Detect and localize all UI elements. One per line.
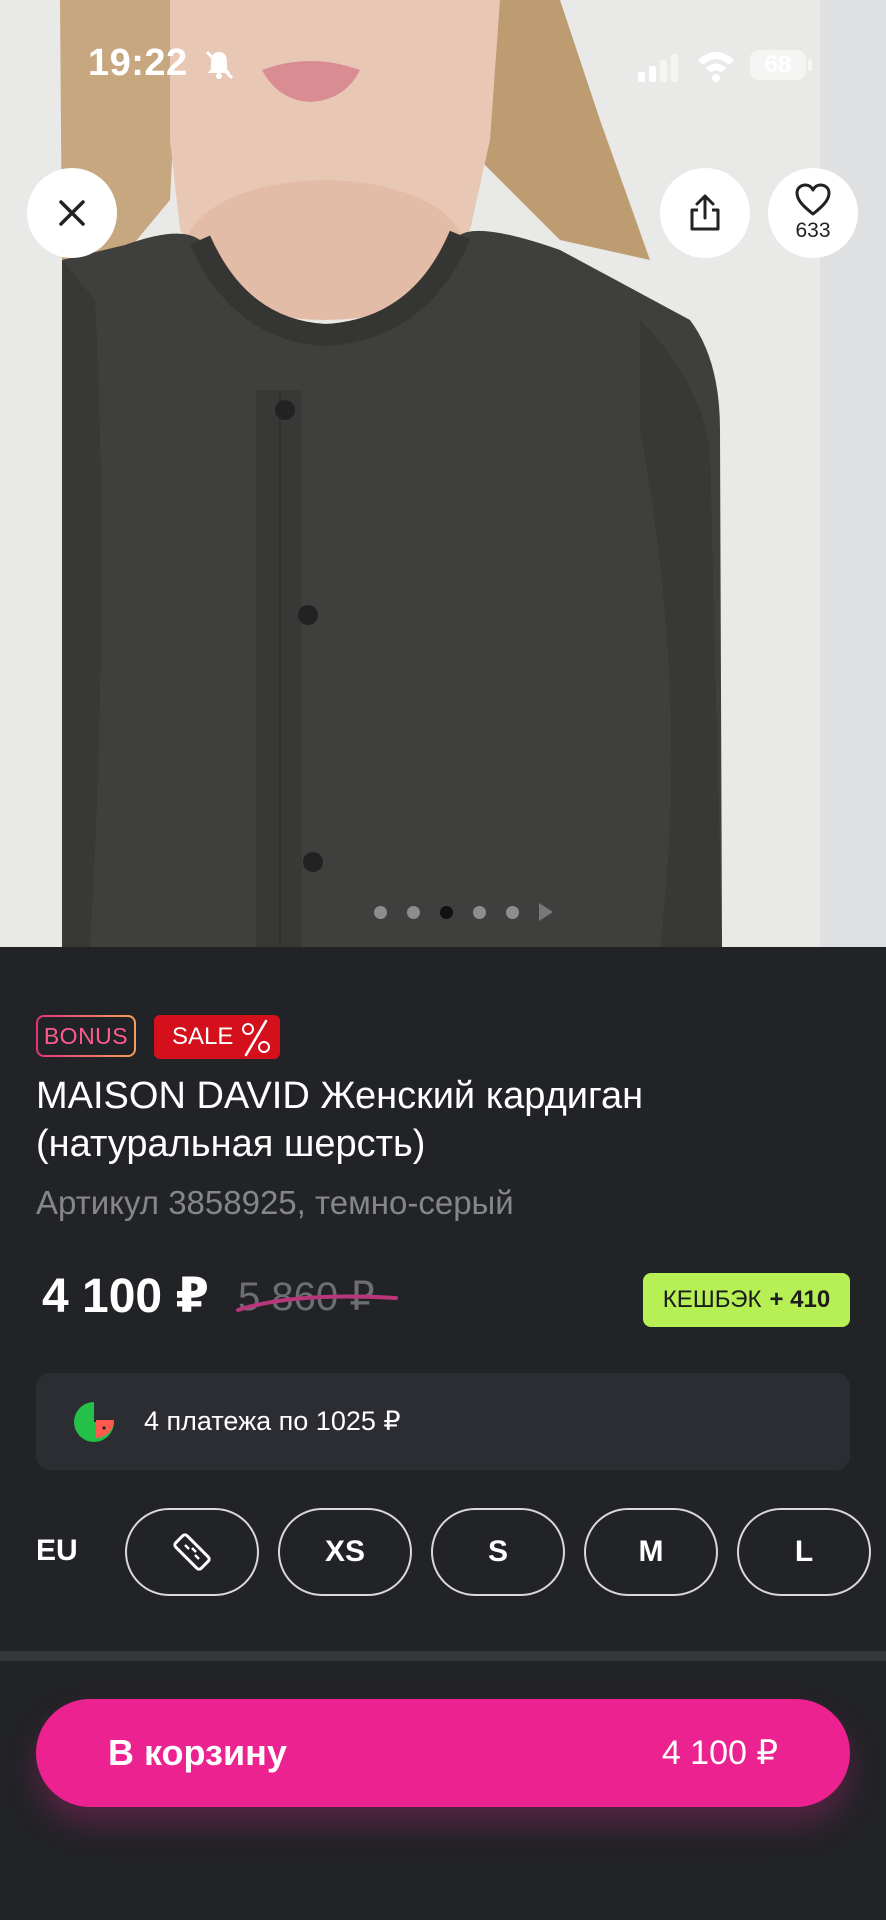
current-price: 4 100 ₽: [42, 1270, 209, 1323]
gallery-dot[interactable]: [506, 905, 519, 919]
battery-indicator: 68: [750, 50, 806, 80]
share-button[interactable]: [660, 168, 750, 258]
gallery-dot[interactable]: [473, 905, 486, 919]
watermelon-icon: [74, 1401, 114, 1442]
video-play-icon[interactable]: [539, 903, 553, 921]
sale-badge-label: SALE: [172, 1023, 234, 1050]
status-bar: 19:22 68: [0, 0, 886, 130]
product-image-gallery[interactable]: 19:22 68 633: [0, 0, 886, 947]
product-badges: BONUS SALE: [36, 1015, 280, 1059]
gallery-dot[interactable]: [407, 905, 420, 919]
size-option-m[interactable]: M: [584, 1508, 718, 1596]
close-button[interactable]: [27, 168, 117, 258]
cashback-label: КЕШБЭК: [662, 1286, 762, 1313]
share-icon: [690, 194, 720, 231]
signal-icon: [638, 54, 678, 82]
add-to-cart-price: 4 100 ₽: [661, 1734, 778, 1772]
bell-muted-icon: [205, 50, 234, 80]
cashback-badge[interactable]: КЕШБЭК + 410: [643, 1273, 850, 1327]
add-to-cart-button[interactable]: В корзину 4 100 ₽: [36, 1699, 850, 1807]
size-option-xs[interactable]: XS: [278, 1508, 412, 1596]
wifi-icon: [698, 52, 734, 82]
size-selector: EU XS S M L: [0, 1508, 886, 1598]
bonus-badge: BONUS: [36, 1015, 136, 1057]
ruler-icon: [173, 1533, 211, 1571]
close-icon: [59, 200, 85, 226]
percent-icon: [242, 1019, 270, 1057]
sale-badge: SALE: [154, 1015, 280, 1059]
gallery-dot-active[interactable]: [440, 905, 453, 919]
size-option-l[interactable]: L: [737, 1508, 871, 1596]
favorites-count: 633: [795, 219, 831, 242]
product-photo: [0, 0, 886, 947]
section-divider: [0, 1651, 886, 1661]
installment-banner[interactable]: 4 платежа по 1025 ₽: [36, 1373, 850, 1470]
size-system-label: EU: [36, 1534, 78, 1567]
product-title: MAISON DAVID Женский кардиган (натуральн…: [36, 1075, 644, 1165]
size-guide-button[interactable]: [125, 1508, 259, 1596]
old-price-strikethrough: [236, 1294, 398, 1312]
battery-tip: [808, 59, 812, 71]
favorite-button[interactable]: 633: [768, 168, 858, 258]
heart-icon: [795, 183, 831, 216]
add-to-cart-label: В корзину: [108, 1732, 287, 1773]
installment-text: 4 платежа по 1025 ₽: [144, 1406, 401, 1436]
status-time: 19:22: [88, 42, 188, 84]
product-article: Артикул 3858925, темно-серый: [36, 1184, 514, 1221]
gallery-dot[interactable]: [374, 905, 387, 919]
gallery-pagination[interactable]: [374, 902, 553, 922]
cashback-value: + 410: [769, 1286, 831, 1313]
size-option-s[interactable]: S: [431, 1508, 565, 1596]
